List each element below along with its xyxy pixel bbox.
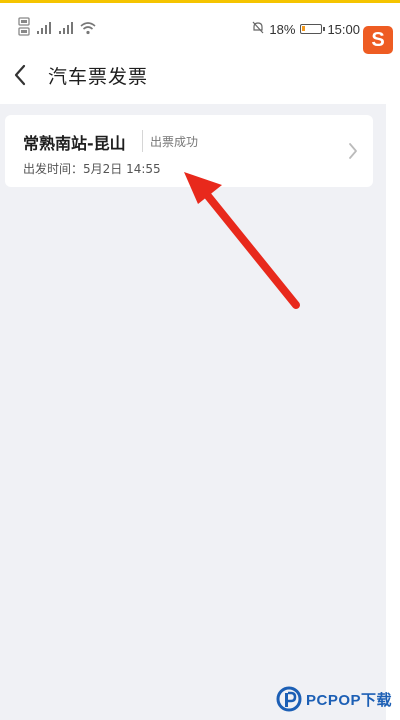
screenshot: 18% 15:00 汽车票发票 常熟南站-昆山 出票成功 出发时间：5月2日 1… <box>0 0 400 720</box>
app-header: 18% 15:00 汽车票发票 <box>0 3 386 104</box>
departure-time: 出发时间：5月2日 14:55 <box>23 162 161 176</box>
card-divider <box>142 130 143 152</box>
back-button[interactable] <box>2 55 38 95</box>
battery-percent: 18% <box>269 21 296 37</box>
chevron-right-icon <box>349 143 357 159</box>
sogou-logo-letter: S <box>371 28 385 51</box>
signal-icon <box>36 20 52 39</box>
sogou-input-badge: S <box>363 26 393 54</box>
status-bar: 18% 15:00 <box>0 3 386 51</box>
signal-icon <box>58 20 74 39</box>
chevron-left-icon <box>14 64 26 86</box>
route-name: 常熟南站-昆山 <box>23 134 126 153</box>
sim-card-icon <box>18 17 30 41</box>
clock: 15:00 <box>327 21 360 37</box>
page-title: 汽车票发票 <box>48 66 149 88</box>
wifi-icon <box>80 20 96 39</box>
battery-level-fill <box>302 26 306 31</box>
status-left <box>18 15 96 43</box>
nav-bar: 汽车票发票 <box>0 51 386 104</box>
pcpop-logo-icon <box>276 686 302 712</box>
ticket-card[interactable]: 常熟南站-昆山 出票成功 出发时间：5月2日 14:55 <box>5 115 373 187</box>
pcpop-watermark: PCPOP下载 <box>276 684 392 714</box>
watermark-text: PCPOP下载 <box>306 691 393 709</box>
mute-bell-icon <box>252 21 264 38</box>
status-right: 18% 15:00 <box>252 19 360 39</box>
phone-screen: 18% 15:00 汽车票发票 常熟南站-昆山 出票成功 出发时间：5月2日 1… <box>0 3 386 720</box>
ticket-status: 出票成功 <box>150 135 199 149</box>
battery-icon <box>300 24 326 34</box>
